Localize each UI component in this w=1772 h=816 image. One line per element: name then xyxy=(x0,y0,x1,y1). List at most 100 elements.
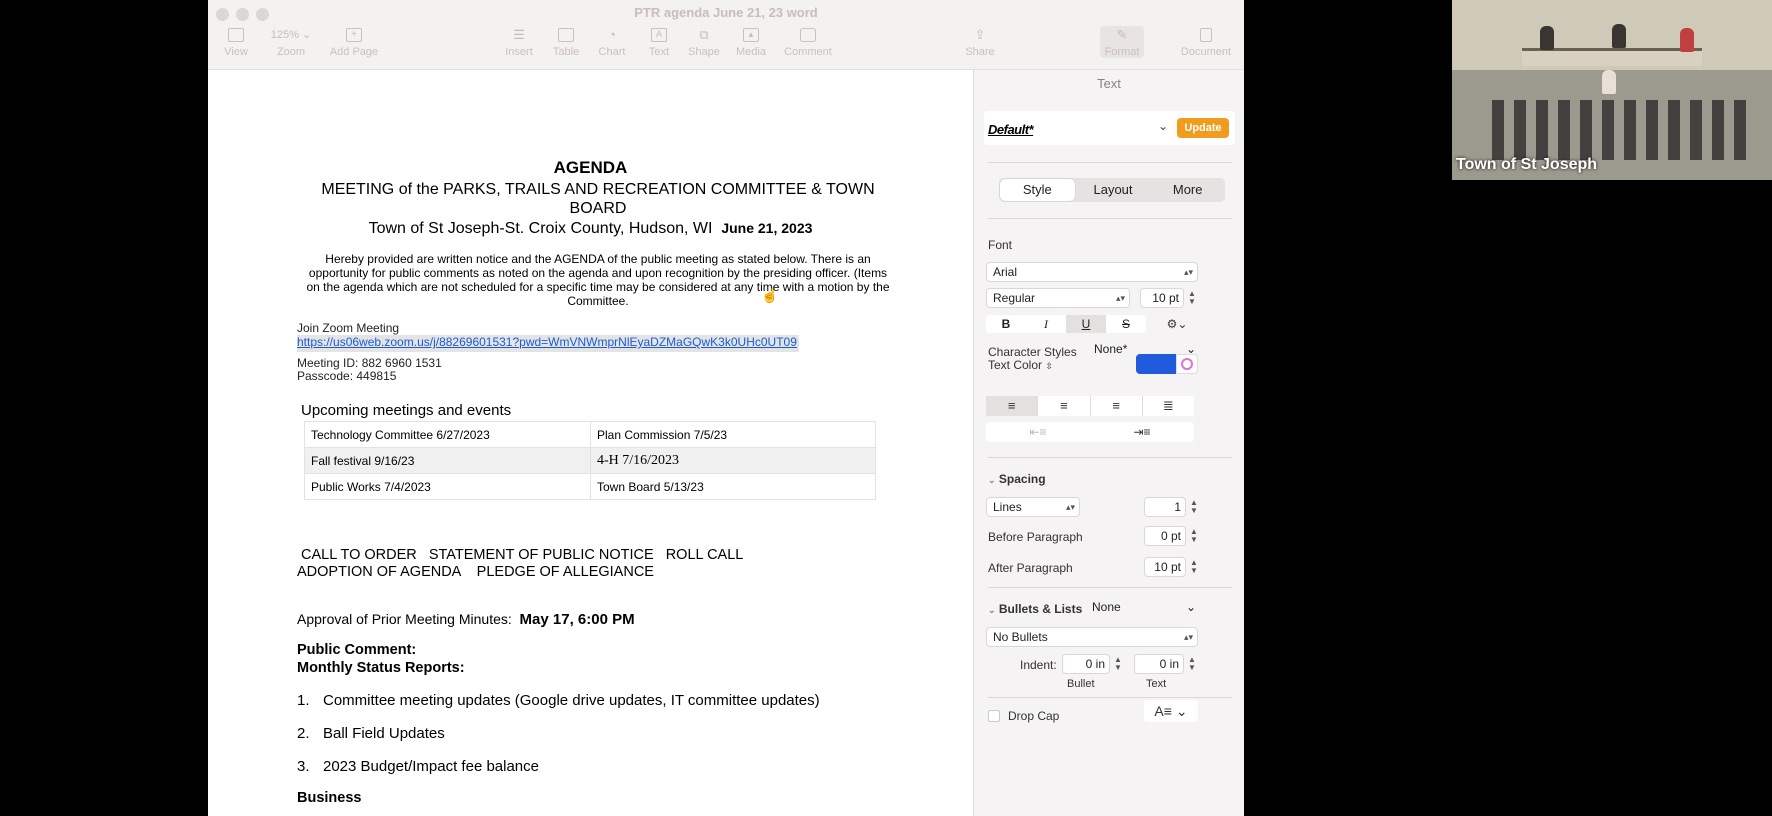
table-row: Public Works 7/4/2023 Town Board 5/13/23 xyxy=(304,473,876,500)
chevron-down-icon[interactable]: ⌄ xyxy=(1158,119,1168,133)
up-down-arrows-icon: ⇳ xyxy=(1045,361,1053,371)
paragraph-style-selector[interactable]: Default* ⌄ Update xyxy=(984,111,1235,145)
view-label: View xyxy=(224,46,248,58)
color-wheel-icon[interactable] xyxy=(1176,354,1198,374)
after-paragraph-stepper[interactable]: ▲ ▼ xyxy=(1190,559,1198,575)
paragraph-style-name: Default* xyxy=(988,122,1034,137)
document-button[interactable]: Document xyxy=(1178,28,1234,58)
chevron-down-icon: ⌄ xyxy=(301,29,312,41)
approval-date: May 17, 6:00 PM xyxy=(519,611,635,628)
share-button[interactable]: ⇪ Share xyxy=(963,28,997,59)
line-spacing-stepper[interactable]: ▲ ▼ xyxy=(1190,499,1198,515)
bullet-caption: Bullet xyxy=(1067,678,1095,690)
up-down-arrows-icon: ▴▾ xyxy=(1183,267,1193,277)
align-right-icon[interactable]: ≡ xyxy=(1090,396,1143,416)
spacing-mode-select[interactable]: Lines ▴▾ xyxy=(986,497,1080,517)
insert-icon: ☰ xyxy=(513,27,525,42)
bullet-indent-stepper[interactable]: ▲ ▼ xyxy=(1114,656,1122,672)
table-cell[interactable]: Technology Committee 6/27/2023 xyxy=(304,421,591,448)
video-tables xyxy=(1522,48,1702,66)
table-cell[interactable]: 4-H 7/16/2023 xyxy=(590,447,876,474)
zoom-meeting-link[interactable]: https://us06web.zoom.us/j/88269601531?pw… xyxy=(297,335,799,352)
divider xyxy=(988,457,1232,458)
tab-style[interactable]: Style xyxy=(1000,179,1075,201)
tab-more[interactable]: More xyxy=(1150,178,1225,202)
align-left-icon[interactable]: ≡ xyxy=(986,396,1039,416)
list-style-select[interactable]: None ⌄ xyxy=(1092,600,1198,614)
font-family-select[interactable]: Arial ▴▾ xyxy=(986,262,1198,282)
table-button[interactable]: Table xyxy=(550,28,582,58)
text-color-swatch[interactable] xyxy=(1136,354,1176,374)
font-label: Font xyxy=(988,238,1013,252)
increase-indent-icon[interactable]: ⇥≡ xyxy=(1090,422,1194,442)
comment-icon xyxy=(800,28,816,42)
divider xyxy=(988,162,1232,163)
text-color-label[interactable]: Text Color ⇳ xyxy=(988,358,1053,372)
format-button[interactable]: ✎ Format xyxy=(1100,26,1144,58)
add-page-button[interactable]: + Add Page xyxy=(326,28,382,58)
shape-icon: ⧉ xyxy=(699,27,709,42)
text-caption: Text xyxy=(1146,678,1167,690)
line-spacing-field[interactable]: 1 xyxy=(1144,497,1186,517)
drop-cap-style-icon[interactable]: A≡ ⌄ xyxy=(1144,700,1198,722)
zoom-label: Zoom xyxy=(276,46,306,58)
business-heading: Business xyxy=(297,790,362,806)
sidebar-header: Text xyxy=(1097,76,1121,91)
tab-layout[interactable]: Layout xyxy=(1076,178,1151,202)
table-cell[interactable]: Fall festival 9/16/23 xyxy=(304,447,591,474)
table-cell[interactable]: Town Board 5/13/23 xyxy=(590,473,876,500)
update-style-button[interactable]: Update xyxy=(1177,118,1229,138)
chevron-down-icon: ⌄ xyxy=(988,605,996,615)
document-icon xyxy=(1200,28,1212,42)
bullets-lists-section[interactable]: ⌄ Bullets & Lists xyxy=(988,602,1082,616)
media-button[interactable]: ▲ Media xyxy=(733,28,769,58)
sidebar-tabs: Style Layout More xyxy=(999,178,1225,202)
monthly-reports-heading: Monthly Status Reports: xyxy=(297,660,465,676)
strikethrough-button[interactable]: S xyxy=(1106,315,1146,333)
table-cell[interactable]: Plan Commission 7/5/23 xyxy=(590,421,876,448)
events-table[interactable]: Technology Committee 6/27/2023 Plan Comm… xyxy=(304,421,876,500)
align-center-icon[interactable]: ≡ xyxy=(1038,396,1091,416)
pages-window: PTR agenda June 21, 23 word View 125% ⌄ … xyxy=(208,0,1244,816)
decrease-indent-icon[interactable]: ⇤≡ xyxy=(986,422,1090,442)
font-size-field[interactable]: 10 pt xyxy=(1140,288,1184,308)
shape-button[interactable]: ⧉ Shape xyxy=(686,27,722,59)
chart-button[interactable]: ◔ Chart xyxy=(595,28,629,59)
before-paragraph-stepper[interactable]: ▲ ▼ xyxy=(1190,528,1198,544)
table-cell[interactable]: Public Works 7/4/2023 xyxy=(304,473,591,500)
agenda-title: AGENDA xyxy=(553,158,628,177)
character-styles-label: Character Styles xyxy=(988,345,1077,359)
shape-label: Shape xyxy=(688,46,720,58)
before-paragraph-field[interactable]: 0 pt xyxy=(1144,526,1186,546)
italic-button[interactable]: I xyxy=(1026,315,1066,333)
drop-cap-checkbox[interactable] xyxy=(988,710,1000,722)
up-down-arrows-icon: ▴▾ xyxy=(1183,632,1193,642)
text-button[interactable]: A Text xyxy=(644,28,674,58)
spacing-section[interactable]: ⌄ Spacing xyxy=(988,472,1046,486)
bold-button[interactable]: B xyxy=(986,315,1026,333)
advanced-options-gear-icon[interactable]: ⚙⌄ xyxy=(1156,315,1198,333)
bullet-type-select[interactable]: No Bullets ▴▾ xyxy=(986,627,1198,647)
insert-button[interactable]: ☰ Insert xyxy=(502,27,536,59)
after-paragraph-field[interactable]: 10 pt xyxy=(1144,557,1186,577)
title-bar: PTR agenda June 21, 23 word View 125% ⌄ … xyxy=(208,0,1244,70)
document-canvas[interactable]: AGENDA MEETING of the PARKS, TRAILS AND … xyxy=(208,70,973,816)
align-justify-icon[interactable]: ≣ xyxy=(1142,396,1194,416)
document-label: Document xyxy=(1180,46,1232,58)
sidebar-icon xyxy=(228,28,244,42)
underline-button[interactable]: U xyxy=(1066,315,1106,333)
font-size-stepper[interactable]: ▲ ▼ xyxy=(1188,290,1196,306)
comment-button[interactable]: Comment xyxy=(780,28,836,58)
bullet-indent-field[interactable]: 0 in xyxy=(1062,654,1110,674)
indent-buttons: ⇤≡ ⇥≡ xyxy=(986,422,1194,442)
up-down-arrows-icon: ▴▾ xyxy=(1065,502,1075,512)
text-indent-field[interactable]: 0 in xyxy=(1134,654,1184,674)
zoom-button[interactable]: 125% ⌄ Zoom xyxy=(266,28,316,58)
text-indent-stepper[interactable]: ▲ ▼ xyxy=(1188,656,1196,672)
text-box-icon: A xyxy=(651,28,667,42)
text-format-buttons: B I U S xyxy=(986,315,1146,333)
font-weight-select[interactable]: Regular ▴▾ xyxy=(986,288,1130,308)
view-button[interactable]: View xyxy=(220,28,252,58)
passcode: Passcode: 449815 xyxy=(297,369,397,383)
table-row: Technology Committee 6/27/2023 Plan Comm… xyxy=(304,421,876,448)
